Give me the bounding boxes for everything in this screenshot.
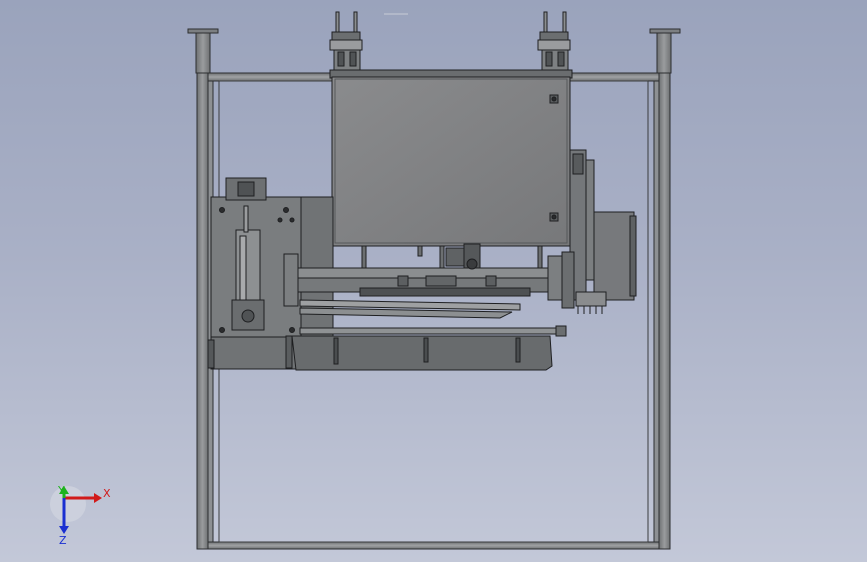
main-box-panel [329,69,573,269]
cad-viewport[interactable]: X Y Z [0,0,867,562]
right-motor-assembly [561,149,637,314]
y-axis-label: Y [57,484,65,497]
x-axis-label: X [103,487,111,500]
assembly-drawing: X Y Z [50,11,681,550]
coordinate-triad: X Y Z [50,484,111,547]
z-axis-arrowhead [59,526,69,534]
top-mounting-studs [329,11,571,71]
x-axis-arrowhead [94,493,102,503]
triad-origin-glow [50,486,86,522]
z-axis-label: Z [59,534,67,547]
